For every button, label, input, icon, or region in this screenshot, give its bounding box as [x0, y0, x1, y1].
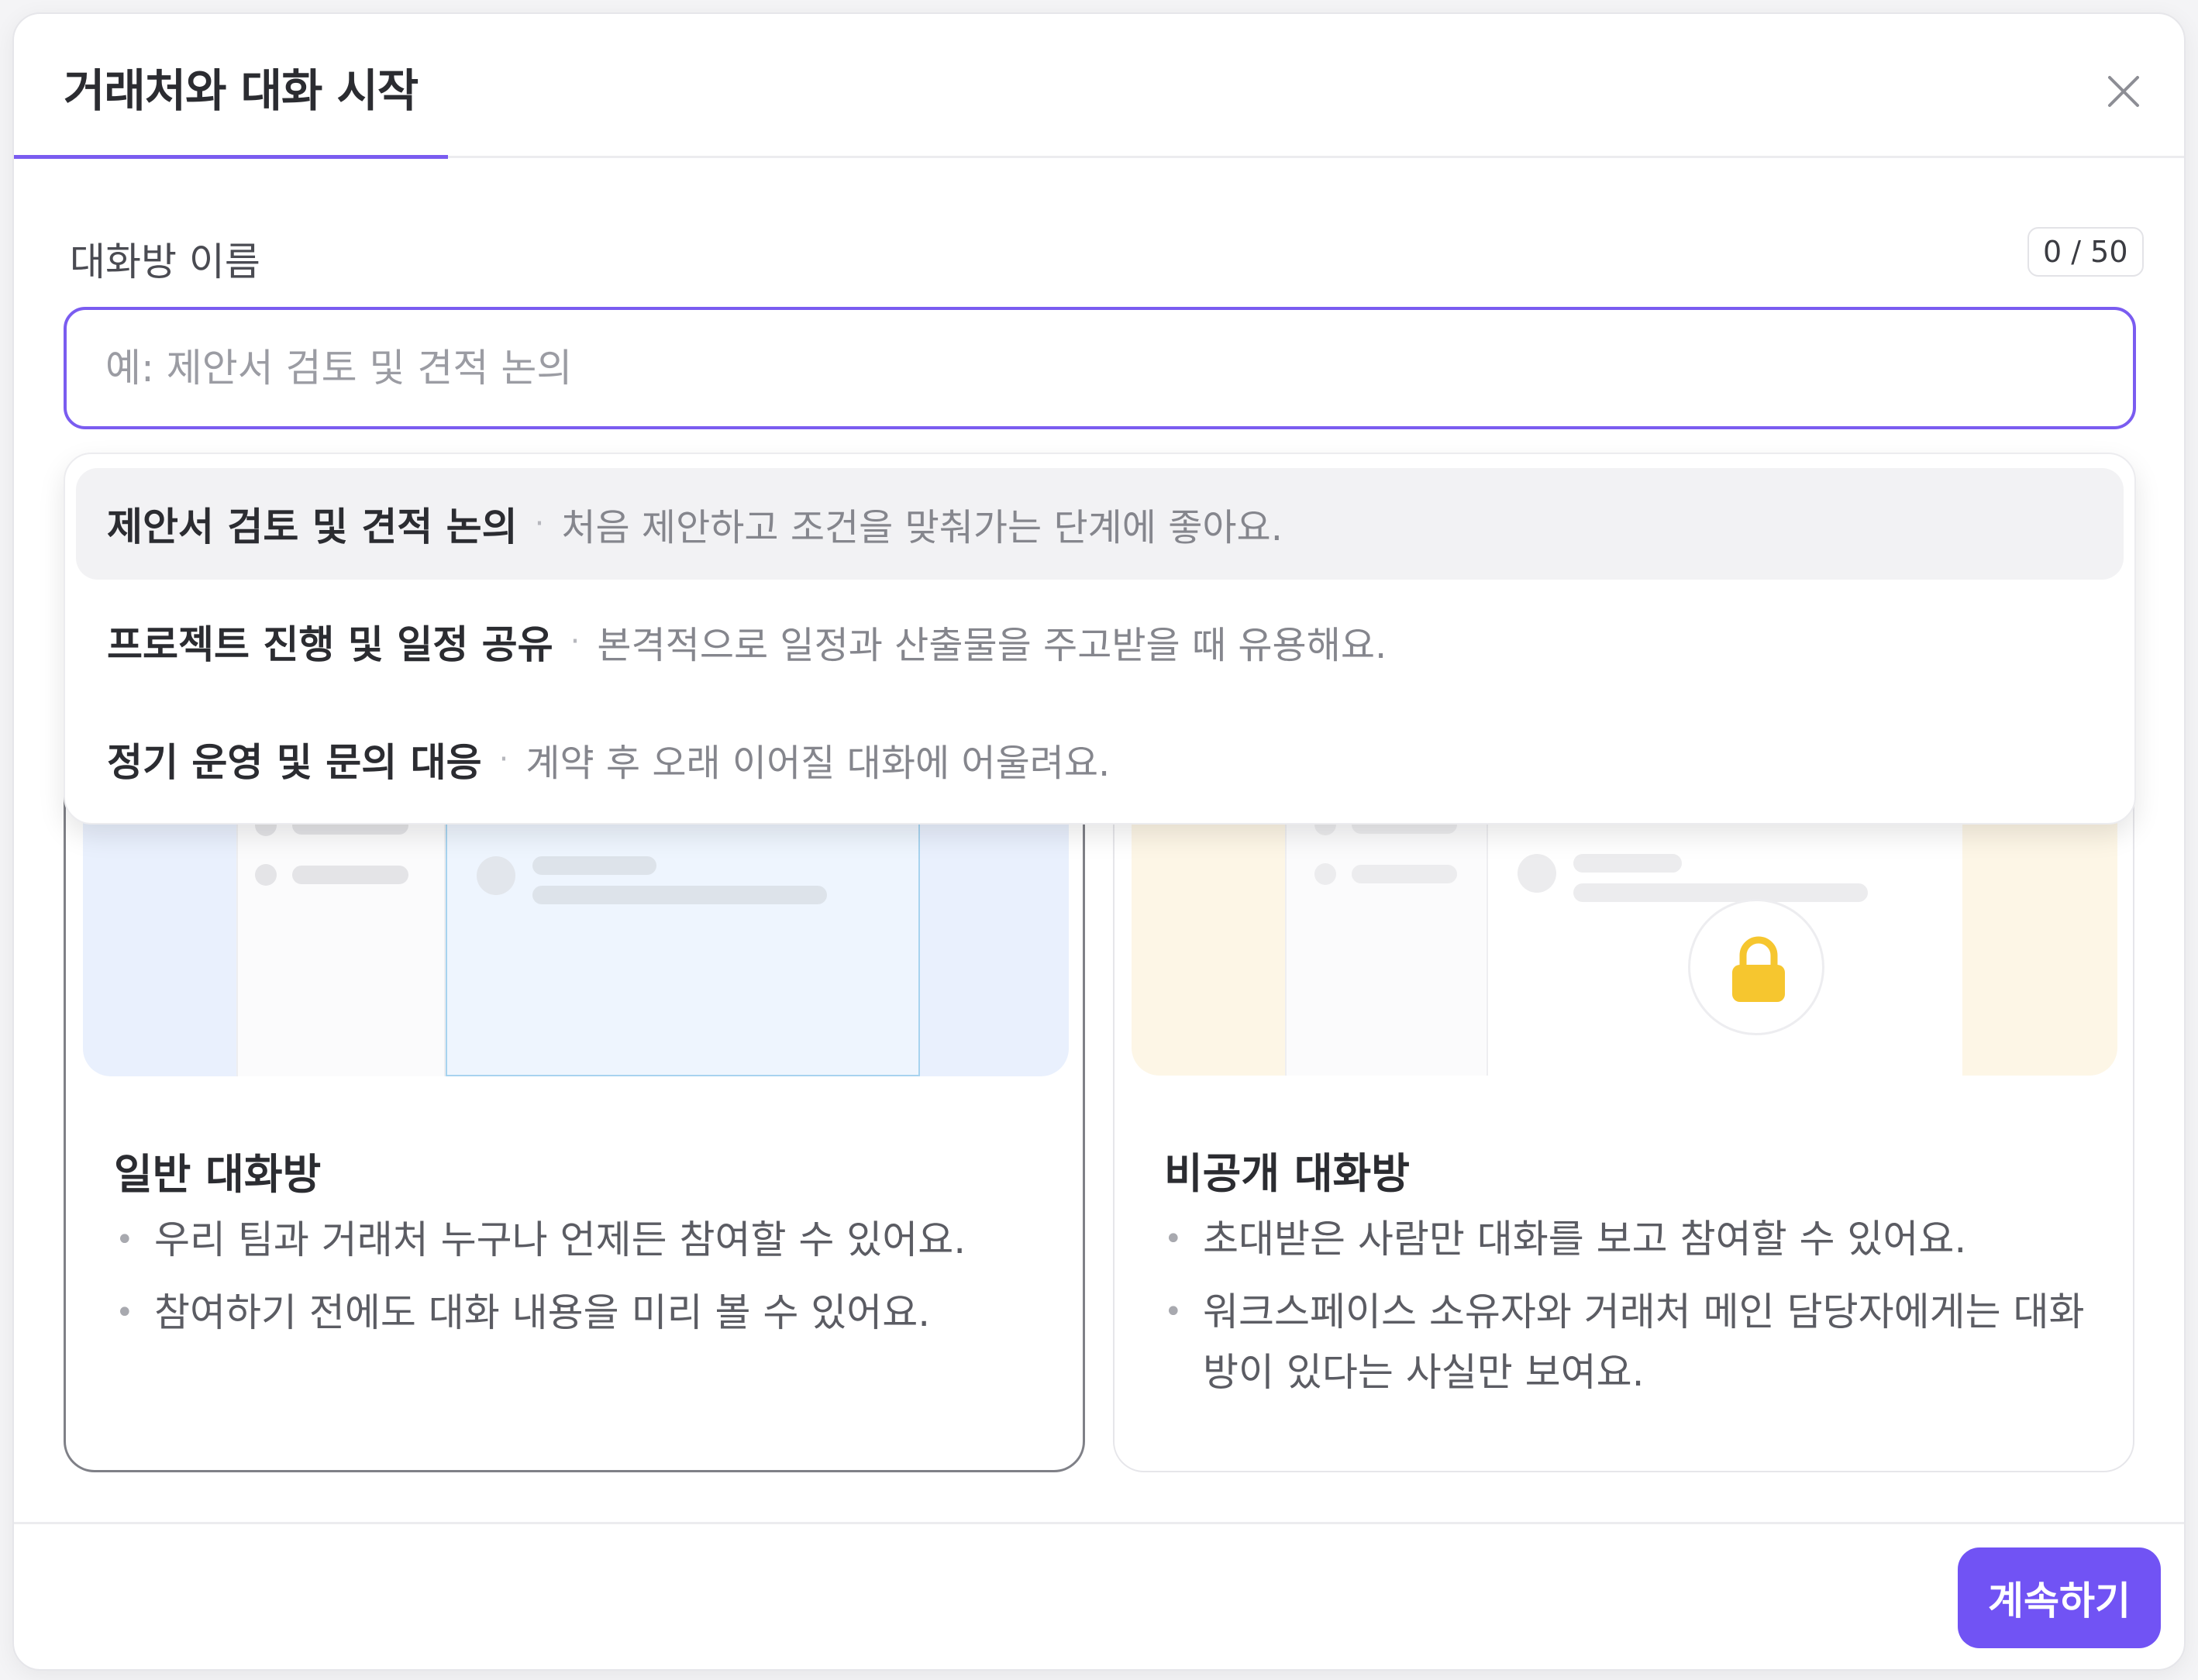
room-name-input[interactable]: [64, 307, 2136, 429]
name-suggestion-dropdown: 제안서 검토 및 견적 논의 · 처음 제안하고 조건을 맞춰가는 단계에 좋아…: [64, 453, 2136, 825]
suggestion-option[interactable]: 프로젝트 진행 및 일정 공유 · 본격적으로 일정과 산출물을 주고받을 때 …: [76, 586, 2124, 697]
lock-badge: [1688, 899, 1824, 1035]
private-room-title: 비공개 대화방: [1164, 1149, 1410, 1198]
modal-header: 거래처와 대화 시작: [14, 14, 2184, 159]
close-button[interactable]: [2097, 65, 2150, 118]
suggestion-description: 계약 후 오래 이어질 대화에 어울려요.: [525, 742, 1111, 785]
char-counter: 0 / 50: [2027, 227, 2144, 277]
title-underline: [14, 155, 448, 159]
suggestion-name: 정기 운영 및 문의 대응: [107, 740, 482, 785]
bullet-item: 우리 팀과 거래처 누구나 언제든 참여할 수 있어요.: [115, 1210, 1046, 1270]
suggestion-option[interactable]: 정기 운영 및 문의 대응 · 계약 후 오래 이어질 대화에 어울려요.: [76, 704, 2124, 815]
suggestion-option[interactable]: 제안서 검토 및 견적 논의 · 처음 제안하고 조건을 맞춰가는 단계에 좋아…: [76, 468, 2124, 580]
suggestion-name: 제안서 검토 및 견적 논의: [107, 504, 518, 549]
modal-footer: 계속하기: [14, 1522, 2184, 1669]
close-icon: [2108, 76, 2139, 107]
public-room-title: 일반 대화방: [114, 1150, 322, 1199]
continue-button[interactable]: 계속하기: [1958, 1547, 2161, 1648]
suggestion-separator: ·: [570, 624, 581, 659]
private-room-bullets: 초대받은 사람만 대화를 보고 참여할 수 있어요. 워크스페이스 소유자와 거…: [1164, 1209, 2094, 1415]
bullet-item: 초대받은 사람만 대화를 보고 참여할 수 있어요.: [1164, 1209, 2094, 1269]
start-conversation-modal: 거래처와 대화 시작 대화방 이름 0 / 50 예: 제안서 검토 및 견적 …: [12, 12, 2186, 1671]
suggestion-separator: ·: [498, 742, 509, 777]
suggestion-name: 프로젝트 진행 및 일정 공유: [107, 622, 553, 667]
lock-icon: [1732, 936, 1785, 1002]
bullet-item: 워크스페이스 소유자와 거래처 메인 담당자에게는 대화방이 있다는 사실만 보…: [1164, 1282, 2094, 1403]
modal-title: 거래처와 대화 시작: [64, 64, 419, 117]
suggestion-description: 처음 제안하고 조건을 맞춰가는 단계에 좋아요.: [561, 506, 1283, 549]
suggestion-description: 본격적으로 일정과 산출물을 주고받을 때 유용해요.: [597, 624, 1387, 667]
suggestion-separator: ·: [534, 506, 545, 542]
room-name-label: 대화방 이름: [70, 239, 260, 284]
bullet-item: 참여하기 전에도 대화 내용을 미리 볼 수 있어요.: [115, 1282, 1046, 1343]
public-room-bullets: 우리 팀과 거래처 누구나 언제든 참여할 수 있어요. 참여하기 전에도 대화…: [115, 1210, 1046, 1355]
